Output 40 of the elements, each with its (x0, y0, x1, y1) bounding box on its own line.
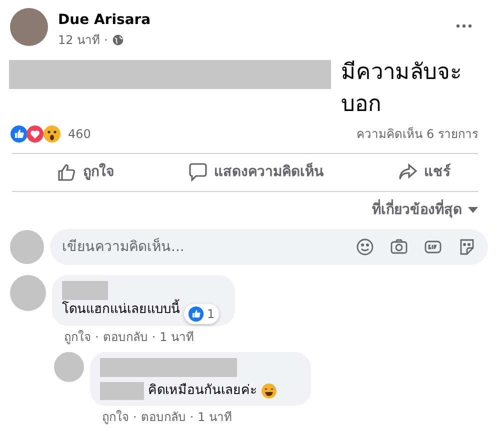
reply-link[interactable]: ตอบกลับ (102, 328, 148, 346)
separator: · (133, 409, 137, 426)
more-options-icon[interactable] (456, 24, 472, 28)
emoji-icon[interactable] (356, 238, 374, 256)
speech-bubble-icon (188, 162, 208, 182)
author-name[interactable]: Due Arisara (58, 10, 456, 31)
comment-text: โดนแฮกแน่เลยแบบนี้ (62, 300, 180, 320)
comment-count[interactable]: ความคิดเห็น 6 รายการ (356, 124, 478, 143)
comment-time[interactable]: 1 นาที (160, 328, 194, 346)
avatar-placeholder (54, 352, 84, 382)
separator: · (95, 328, 99, 346)
like-link[interactable]: ถูกใจ (102, 408, 129, 426)
share-button[interactable]: แชร์ (388, 158, 461, 187)
avatar-placeholder (10, 274, 46, 311)
like-link[interactable]: ถูกใจ (64, 328, 91, 346)
like-reaction-badge[interactable]: 1 (184, 304, 219, 324)
like-icon (188, 306, 204, 322)
reaction-count[interactable]: 460 (68, 124, 91, 143)
sort-dropdown[interactable]: ที่เกี่ยวข้องที่สุด (372, 198, 488, 223)
redacted-block (100, 382, 144, 400)
comment-time[interactable]: 1 นาที (198, 408, 232, 426)
thumbs-up-icon (57, 162, 77, 182)
redacted-block (62, 280, 108, 300)
post-text: มีความลับจะบอก (341, 59, 463, 119)
sticker-icon[interactable] (458, 238, 476, 256)
comment-text: คิดเหมือนกันเลยค่ะ (148, 382, 257, 400)
sweat-smile-emoji-icon (261, 382, 277, 399)
post-time[interactable]: 12 นาที (58, 31, 100, 49)
separator: · (152, 328, 156, 346)
caret-icon (468, 207, 478, 214)
separator: · (104, 32, 108, 49)
camera-icon[interactable] (390, 238, 408, 256)
avatar-photo[interactable] (10, 8, 48, 46)
separator: · (190, 409, 194, 426)
like-button[interactable]: ถูกใจ (47, 158, 124, 187)
avatar-placeholder (10, 230, 44, 264)
comment-button[interactable]: แสดงความคิดเห็น (178, 158, 334, 187)
comment-input[interactable]: เขียนความคิดเห็น... (50, 228, 488, 265)
reply-link[interactable]: ตอบกลับ (140, 408, 186, 426)
globe-icon (112, 34, 124, 46)
